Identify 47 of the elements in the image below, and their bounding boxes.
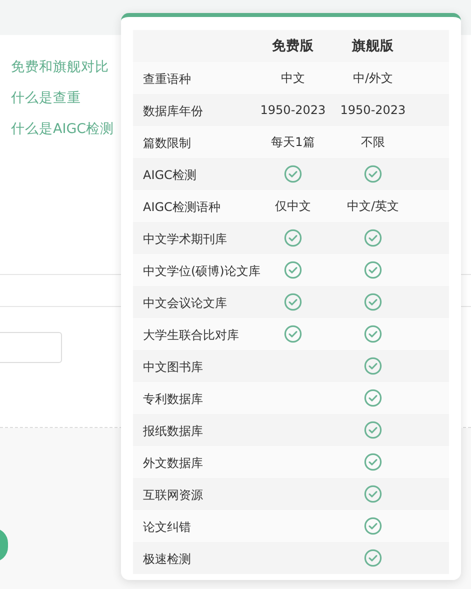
input-field[interactable] [0, 332, 62, 363]
row-label: 中文图书库 [143, 360, 203, 374]
row-label: 互联网资源 [143, 488, 203, 502]
check-circle-icon [284, 261, 302, 279]
row-label: 论文纠错 [143, 520, 191, 534]
check-circle-icon [364, 549, 382, 567]
check-circle-icon [284, 293, 302, 311]
row-label: 中文学位(硕博)论文库 [143, 264, 260, 278]
column-header: 免费版 [272, 36, 314, 56]
check-circle-icon [364, 517, 382, 535]
row-label: 数据库年份 [143, 104, 203, 118]
column-header: 旗舰版 [352, 36, 394, 56]
row-label: 篇数限制 [143, 136, 191, 150]
check-circle-icon [284, 325, 302, 343]
cell-text: 每天1篇 [271, 134, 315, 151]
check-circle-icon [364, 389, 382, 407]
cell-text: 中文 [281, 70, 305, 87]
check-circle-icon [284, 165, 302, 183]
row-label: 报纸数据库 [143, 424, 203, 438]
cell-text: 不限 [361, 134, 385, 151]
cell-text: 仅中文 [275, 198, 311, 215]
check-circle-icon [364, 293, 382, 311]
check-circle-icon [364, 421, 382, 439]
side-link[interactable]: 免费和旗舰对比 [11, 57, 109, 77]
row-label: 中文学术期刊库 [143, 232, 227, 246]
cell-text: 中/外文 [352, 70, 394, 87]
row-label: 查重语种 [143, 72, 191, 86]
row-label: 中文会议论文库 [143, 296, 227, 310]
row-label: AIGC检测 [143, 168, 196, 182]
row-label: 极速检测 [143, 552, 191, 566]
check-circle-icon [364, 165, 382, 183]
row-label: AIGC检测语种 [143, 200, 220, 214]
side-link[interactable]: 什么是查重 [11, 88, 81, 108]
cell-text: 中文/英文 [346, 198, 400, 215]
check-circle-icon [364, 325, 382, 343]
check-circle-icon [364, 357, 382, 375]
check-circle-icon [284, 229, 302, 247]
row-label: 专利数据库 [143, 392, 203, 406]
row-label: 大学生联合比对库 [143, 328, 239, 342]
cell-text: 1950-2023 [260, 102, 326, 119]
check-circle-icon [364, 229, 382, 247]
side-link[interactable]: 什么是AIGC检测 [11, 119, 114, 139]
cell-text: 1950-2023 [340, 102, 406, 119]
check-circle-icon [364, 485, 382, 503]
check-circle-icon [364, 261, 382, 279]
check-circle-icon [364, 453, 382, 471]
row-label: 外文数据库 [143, 456, 203, 470]
